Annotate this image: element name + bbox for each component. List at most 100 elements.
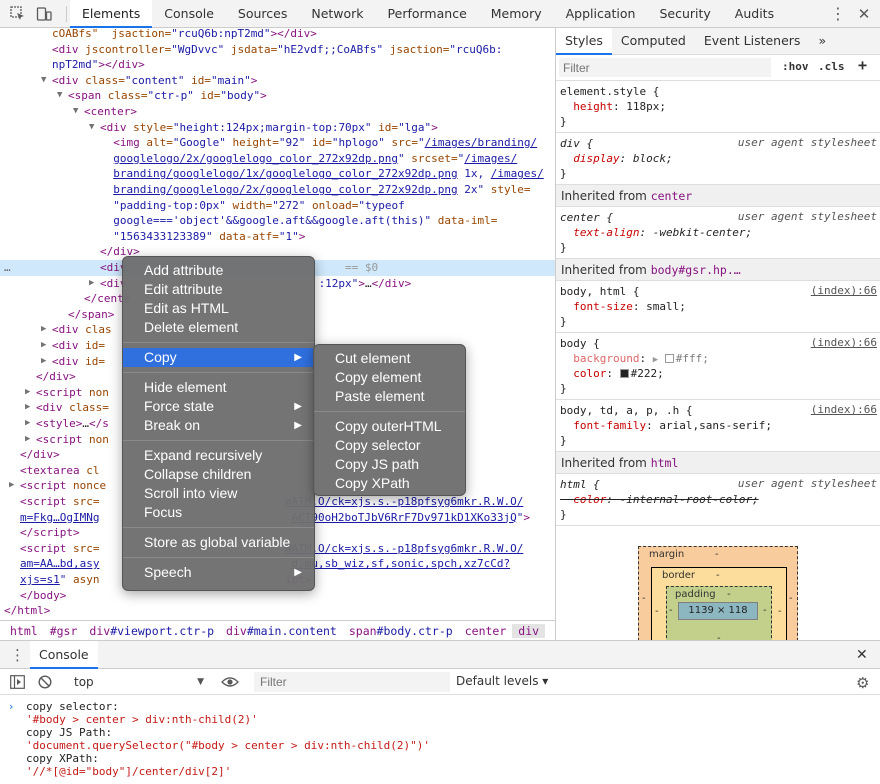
expand-triangle-icon[interactable]: ▶ [25, 385, 30, 400]
tab-security[interactable]: Security [647, 0, 722, 28]
source-link[interactable]: (index):66 [811, 284, 877, 297]
source-link[interactable]: (index):66 [811, 403, 877, 416]
property-name[interactable]: font-family [573, 419, 646, 432]
dom-node-line[interactable]: "1563433123389" data-atf="1"> [0, 229, 555, 245]
collapse-triangle-icon[interactable]: ▼ [89, 120, 94, 135]
console-filter-input[interactable] [254, 672, 450, 692]
dom-node-line[interactable]: npT2md"></div> [0, 57, 555, 73]
tab-elements[interactable]: Elements [70, 0, 153, 28]
color-swatch-icon[interactable] [664, 354, 674, 363]
console-output[interactable]: › copy selector: '#body > center > div:nt… [0, 696, 880, 784]
tab-console[interactable]: Console [152, 0, 226, 28]
dom-node-line[interactable]: </html> [0, 603, 555, 619]
tab-audits[interactable]: Audits [723, 0, 786, 28]
breadcrumb-item[interactable]: div#viewport.ctr-p [83, 624, 220, 638]
styles-filter-input[interactable] [559, 58, 771, 77]
dom-node-line[interactable]: <div jscontroller="WgDvvc" jsdata="hE2vd… [0, 42, 555, 58]
property-name[interactable]: font-size [573, 300, 633, 313]
node-actions-icon[interactable]: … [4, 260, 11, 275]
menu-item-store-as-global-variable[interactable]: Store as global variable [123, 533, 314, 552]
source-link[interactable]: (index):66 [811, 336, 877, 349]
tab-application[interactable]: Application [554, 0, 648, 28]
box-model-margin[interactable]: margin - - - border - - - padding - - - … [638, 546, 798, 640]
property-name[interactable]: background [573, 352, 639, 365]
menu-item-copy-js-path[interactable]: Copy JS path [314, 455, 465, 474]
hov-toggle-button[interactable]: :hov [782, 60, 809, 73]
new-rule-button[interactable]: + [858, 56, 867, 74]
expand-triangle-icon[interactable]: ▶ [9, 478, 14, 493]
dom-node-line[interactable]: branding/googlelogo/1x/googlelogo_color_… [0, 166, 555, 182]
menu-item-expand-recursively[interactable]: Expand recursively [123, 446, 314, 465]
dom-node-line[interactable]: <img alt="Google" height="92" id="hplogo… [0, 135, 555, 151]
menu-item-focus[interactable]: Focus [123, 503, 314, 522]
box-model-border[interactable]: border - - - padding - - - - 1139 × 118 [651, 567, 787, 640]
expand-triangle-icon[interactable]: ▶ [25, 416, 30, 431]
menu-item-delete-element[interactable]: Delete element [123, 318, 314, 337]
menu-item-add-attribute[interactable]: Add attribute [123, 261, 314, 280]
log-levels-dropdown[interactable]: Default levels ▾ [456, 674, 548, 688]
expand-triangle-icon[interactable]: ▶ [41, 354, 46, 369]
dom-node-line[interactable]: ▼ <span class="ctr-p" id="body"> [0, 88, 555, 104]
inspect-element-icon[interactable] [10, 6, 26, 22]
expand-triangle-icon[interactable]: ▶ [89, 276, 94, 291]
tab-styles[interactable]: Styles [556, 28, 612, 55]
device-toolbar-icon[interactable] [36, 6, 52, 22]
tab-computed[interactable]: Computed [612, 28, 695, 55]
menu-item-force-state[interactable]: Force state ▶ [123, 397, 314, 416]
dom-node-line[interactable]: google==='object'&&google.aft&&google.af… [0, 213, 555, 229]
tab-network[interactable]: Network [299, 0, 375, 28]
expand-triangle-icon[interactable]: ▶ [25, 432, 30, 447]
expand-triangle-icon[interactable]: ▶ [41, 338, 46, 353]
live-expression-eye-icon[interactable] [221, 675, 239, 692]
menu-item-edit-as-html[interactable]: Edit as HTML [123, 299, 314, 318]
inherited-link[interactable]: html [651, 456, 679, 470]
drawer-menu-icon[interactable]: ⋮ [10, 646, 25, 664]
clear-console-icon[interactable] [38, 675, 52, 692]
menu-item-paste-element[interactable]: Paste element [314, 387, 465, 406]
menu-item-copy-outerhtml[interactable]: Copy outerHTML [314, 417, 465, 436]
dom-node-line[interactable]: "padding-top:0px" width="272" onload="ty… [0, 198, 555, 214]
box-model-content[interactable]: 1139 × 118 [678, 602, 758, 620]
breadcrumb-item[interactable]: span#body.ctr-p [343, 624, 459, 638]
collapse-triangle-icon[interactable]: ▼ [73, 104, 78, 119]
expand-triangle-icon[interactable]: ▶ [25, 400, 30, 415]
breadcrumb-item[interactable]: #gsr [44, 624, 84, 638]
tab-sources[interactable]: Sources [226, 0, 299, 28]
property-name[interactable]: color [573, 367, 606, 380]
menu-item-copy-selector[interactable]: Copy selector [314, 436, 465, 455]
console-settings-gear-icon[interactable]: ⚙ [856, 674, 869, 692]
collapse-triangle-icon[interactable]: ▼ [41, 73, 46, 88]
inherited-link[interactable]: body#gsr.hp.… [651, 263, 741, 277]
console-sidebar-icon[interactable] [10, 675, 25, 692]
menu-item-cut-element[interactable]: Cut element [314, 349, 465, 368]
menu-item-hide-element[interactable]: Hide element [123, 378, 314, 397]
property-value[interactable]: arial,sans-serif; [659, 419, 772, 432]
menu-item-edit-attribute[interactable]: Edit attribute [123, 280, 314, 299]
expand-triangle-icon[interactable]: ▶ [41, 322, 46, 337]
breadcrumb-item[interactable]: div [512, 623, 546, 638]
color-swatch-icon[interactable] [619, 369, 629, 378]
breadcrumb-item[interactable]: center [459, 624, 513, 638]
tab-performance[interactable]: Performance [376, 0, 479, 28]
menu-item-break-on[interactable]: Break on ▶ [123, 416, 314, 435]
tab-memory[interactable]: Memory [479, 0, 554, 28]
breadcrumb-item[interactable]: html [4, 624, 44, 638]
property-value[interactable]: #fff; [676, 352, 709, 365]
menu-item-copy[interactable]: Copy ▶ [123, 348, 314, 367]
dom-node-line[interactable]: ▼ <div style="height:124px;margin-top:70p… [0, 120, 555, 136]
property-name[interactable]: height [573, 100, 613, 113]
tabs-overflow-icon[interactable]: » [809, 28, 835, 55]
dom-node-line[interactable]: googlelogo/2x/googlelogo_color_272x92dp.… [0, 151, 555, 167]
close-drawer-icon[interactable]: ✕ [856, 647, 868, 663]
dom-node-line[interactable]: ▼ <div class="content" id="main"> [0, 73, 555, 89]
box-model-padding[interactable]: padding - - - - 1139 × 118 [666, 586, 772, 640]
menu-item-collapse-children[interactable]: Collapse children [123, 465, 314, 484]
dom-node-line[interactable]: cOABfs" jsaction="rcuQ6b:npT2md"></div> [0, 29, 555, 42]
close-devtools-icon[interactable]: ✕ [856, 6, 872, 22]
cls-toggle-button[interactable]: .cls [818, 60, 845, 73]
more-options-icon[interactable]: ⋮ [830, 6, 846, 22]
drawer-tab-console[interactable]: Console [30, 641, 98, 669]
dom-node-line[interactable]: ▼ <center> [0, 104, 555, 120]
execution-context-select[interactable]: top ▼ [64, 673, 210, 691]
menu-item-copy-element[interactable]: Copy element [314, 368, 465, 387]
